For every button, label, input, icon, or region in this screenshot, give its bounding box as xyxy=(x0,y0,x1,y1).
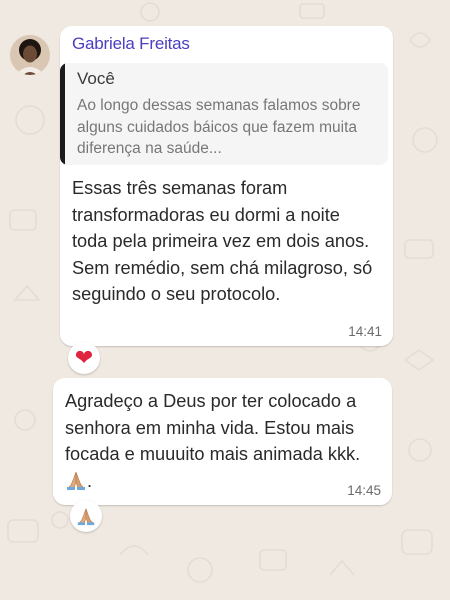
incoming-message-bubble[interactable]: Agradeço a Deus por ter colocado a senho… xyxy=(53,378,392,505)
message-timestamp: 14:45 xyxy=(347,483,381,498)
message-timestamp: 14:41 xyxy=(348,324,382,339)
quote-author: Você xyxy=(77,69,115,88)
incoming-message-bubble[interactable]: Gabriela Freitas Você Ao longo dessas se… xyxy=(60,26,393,346)
praying-hands-icon xyxy=(77,508,95,526)
message-text-body: Agradeço a Deus por ter colocado a senho… xyxy=(65,391,361,464)
quoted-reply[interactable]: Você Ao longo dessas semanas falamos sob… xyxy=(60,63,388,165)
message-text: Agradeço a Deus por ter colocado a senho… xyxy=(65,388,370,494)
avatar[interactable] xyxy=(10,35,50,75)
quote-text: Ao longo dessas semanas falamos sobre al… xyxy=(77,97,361,157)
heart-reaction-icon[interactable]: ❤ xyxy=(68,342,100,374)
praying-hands-reaction-icon[interactable] xyxy=(70,500,102,532)
sender-name[interactable]: Gabriela Freitas xyxy=(72,34,190,54)
praying-hands-icon xyxy=(67,471,85,490)
avatar-image xyxy=(10,35,50,75)
quote-bar xyxy=(60,63,65,165)
message-text-suffix: . xyxy=(87,470,93,491)
message-text: Essas três semanas foram transformadoras… xyxy=(72,178,373,304)
